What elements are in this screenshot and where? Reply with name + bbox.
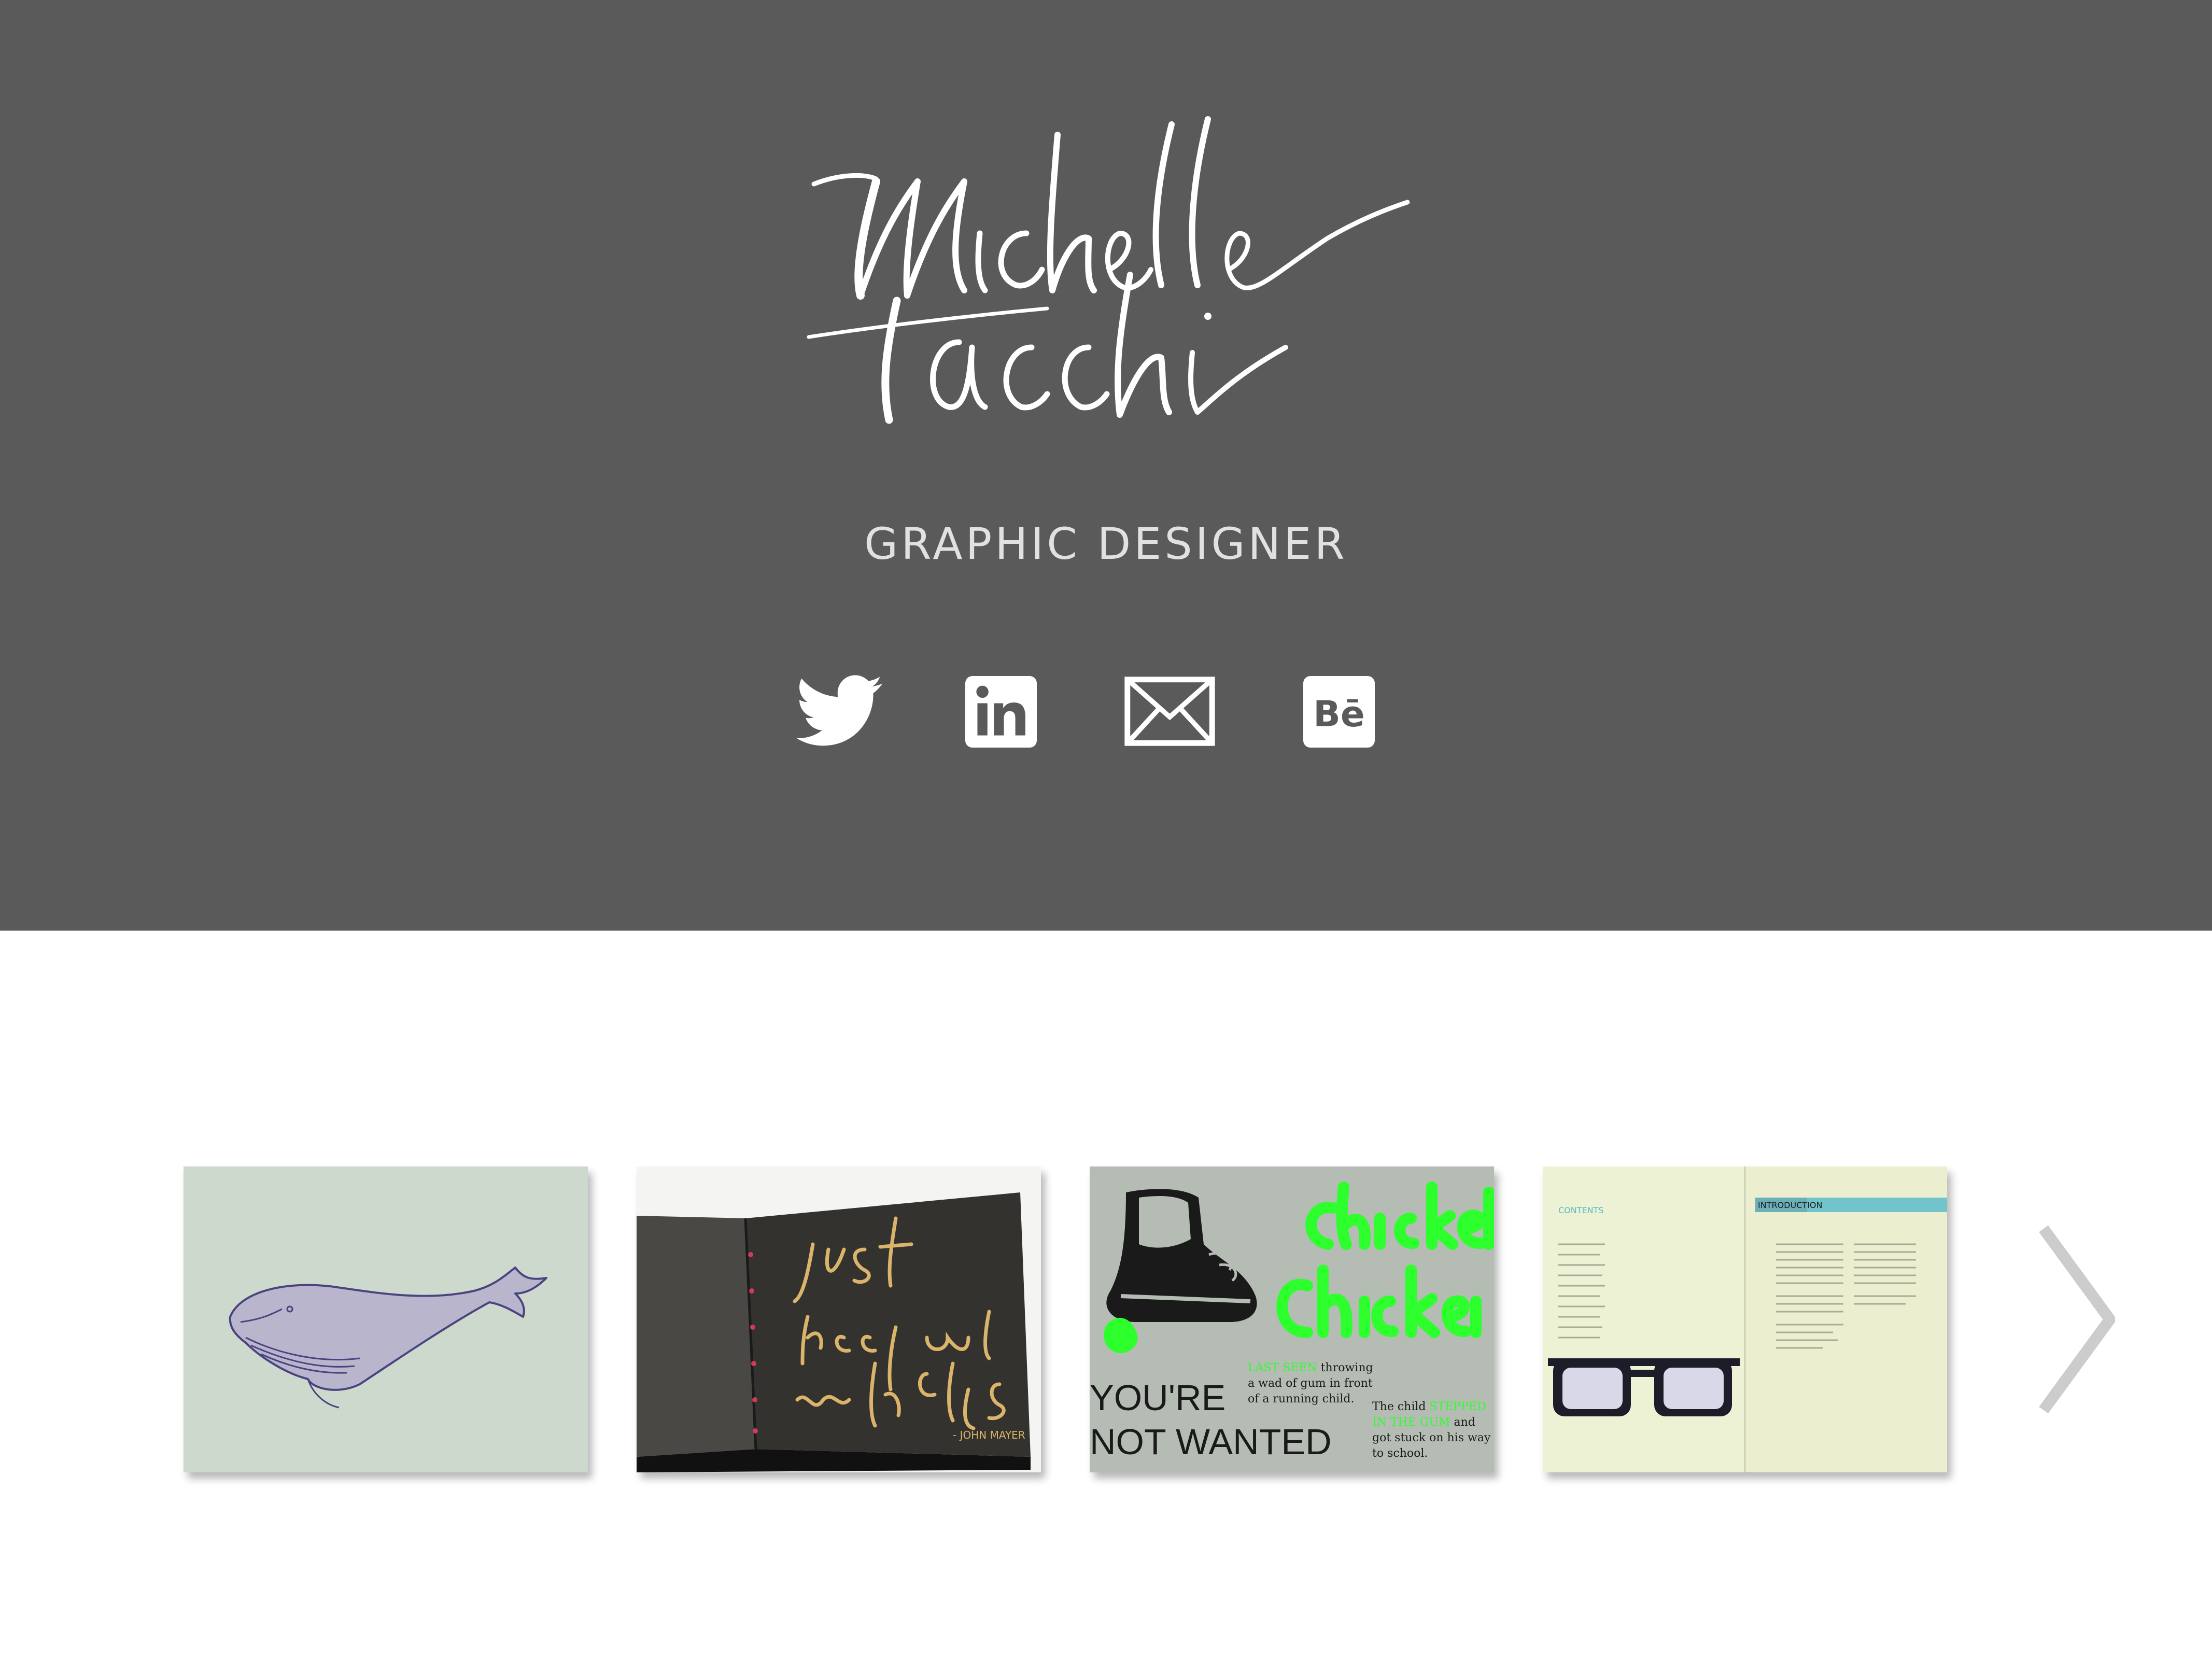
svg-text:IN THE GUM and: IN THE GUM and — [1372, 1416, 1475, 1429]
behance-icon[interactable]: Bē — [1303, 676, 1375, 748]
envelope-icon[interactable] — [1124, 675, 1216, 748]
header-banner: GRAPHIC DESIGNER Bē — [0, 0, 2212, 931]
gallery-thumb-booklet[interactable]: CONTENTS INTRODUCTION — [1543, 1166, 1947, 1472]
svg-text:got stuck on his way: got stuck on his way — [1372, 1431, 1491, 1444]
svg-text:Bē: Bē — [1313, 694, 1364, 735]
logo-signature[interactable] — [798, 104, 1441, 456]
tagline: GRAPHIC DESIGNER — [864, 518, 1348, 569]
svg-text:CONTENTS: CONTENTS — [1558, 1205, 1604, 1215]
svg-text:INTRODUCTION: INTRODUCTION — [1758, 1200, 1822, 1210]
svg-text:NOT WANTED: NOT WANTED — [1090, 1422, 1332, 1462]
svg-text:a wad of gum in front: a wad of gum in front — [1248, 1377, 1373, 1390]
svg-text:YOU'RE: YOU'RE — [1090, 1377, 1225, 1418]
chevron-right-icon[interactable] — [2037, 1224, 2115, 1415]
svg-text:of a running child.: of a running child. — [1248, 1393, 1354, 1405]
twitter-icon[interactable] — [796, 674, 884, 749]
svg-text:to school.: to school. — [1372, 1447, 1428, 1460]
gallery-thumb-whale[interactable] — [184, 1166, 588, 1472]
gallery-thumb-calligraphy-book[interactable]: - JOHN MAYER — [637, 1166, 1041, 1472]
svg-text:LAST SEEN throwing: LAST SEEN throwing — [1248, 1361, 1373, 1374]
svg-text:- JOHN MAYER: - JOHN MAYER — [953, 1429, 1025, 1441]
linkedin-icon[interactable] — [965, 676, 1037, 748]
svg-text:The child STEPPED: The child STEPPED — [1372, 1400, 1486, 1413]
gallery-thumb-poster[interactable]: YOU'RE NOT WANTED LAST SEEN throwing a w… — [1090, 1166, 1494, 1472]
